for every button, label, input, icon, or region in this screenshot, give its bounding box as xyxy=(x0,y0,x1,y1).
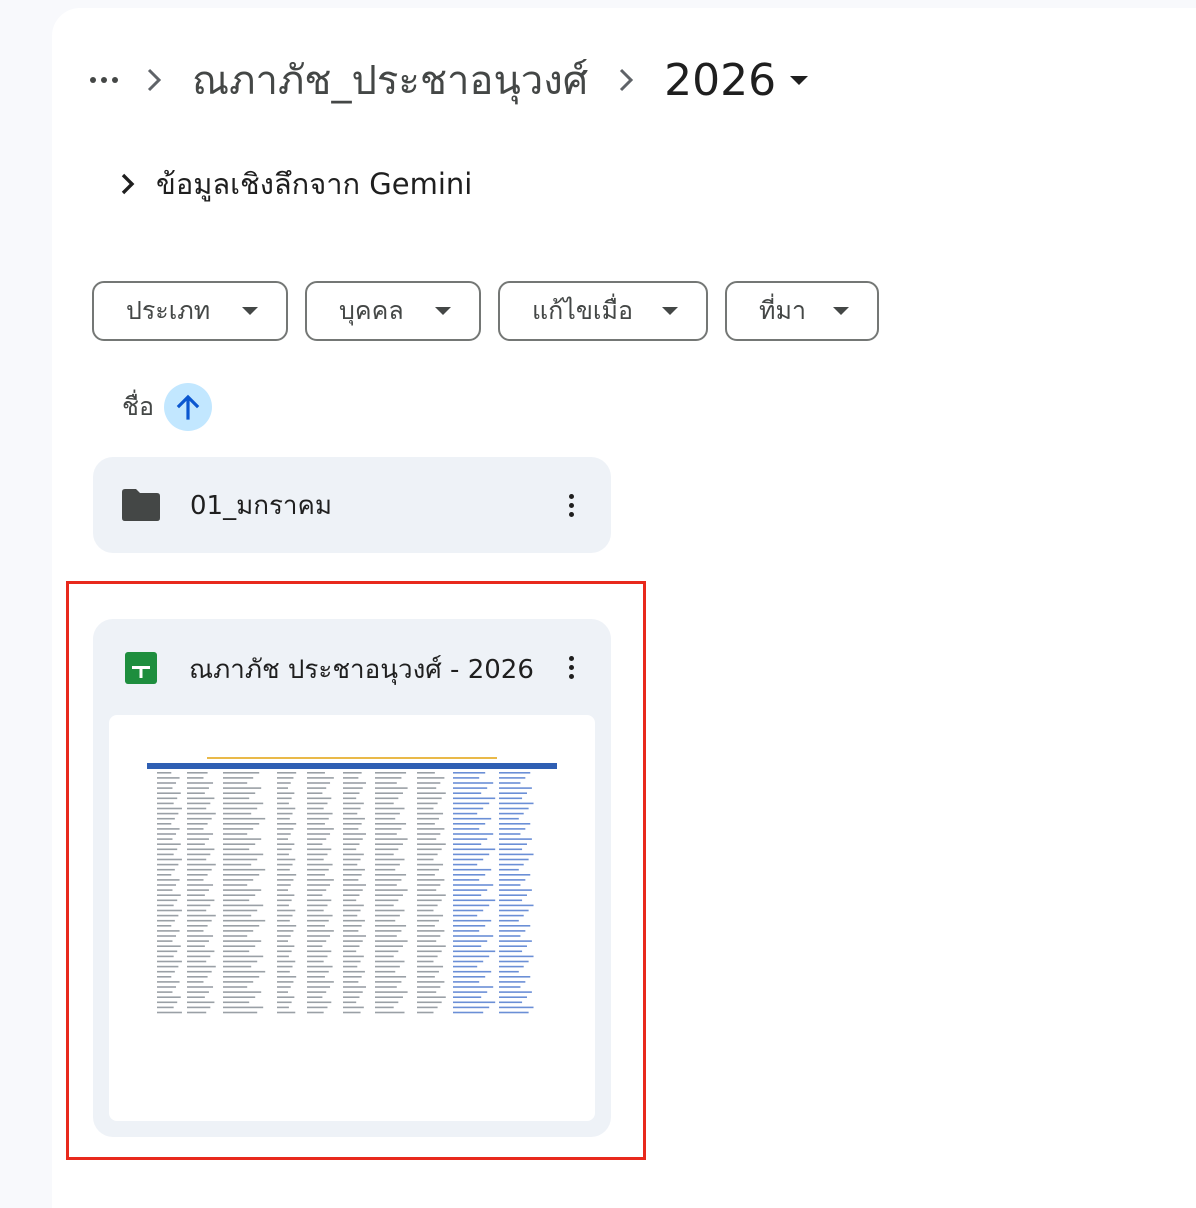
filter-people-label: บุคคล xyxy=(339,296,404,325)
arrow-upward-icon xyxy=(176,394,200,420)
google-sheets-icon xyxy=(125,652,157,684)
arrow-drop-down-icon xyxy=(242,307,258,315)
more-vert-icon[interactable] xyxy=(551,485,591,525)
filter-type-label: ประเภท xyxy=(126,296,211,325)
breadcrumb-current-label: 2026 xyxy=(664,54,777,106)
breadcrumb-current-folder[interactable]: 2026 xyxy=(656,55,812,106)
gemini-insights-toggle[interactable]: ข้อมูลเชิงลึกจาก Gemini xyxy=(118,160,472,208)
filter-chips: ประเภท บุคคล แก้ไขเมื่อ ที่มา xyxy=(92,281,879,341)
filter-people-chip[interactable]: บุคคล xyxy=(305,281,481,341)
sort-direction-button[interactable] xyxy=(163,383,212,431)
breadcrumb: ณภาภัช_ประชาอนุวงศ์ 2026 xyxy=(84,44,812,116)
filter-source-chip[interactable]: ที่มา xyxy=(725,281,879,341)
sort-by-name-label[interactable]: ชื่อ xyxy=(122,387,154,427)
chevron-right-icon xyxy=(124,60,184,100)
more-horiz-icon[interactable] xyxy=(84,60,124,100)
breadcrumb-parent[interactable]: ณภาภัช_ประชาอนุวงศ์ xyxy=(184,48,596,112)
filter-type-chip[interactable]: ประเภท xyxy=(92,281,288,341)
filter-modified-chip[interactable]: แก้ไขเมื่อ xyxy=(498,281,708,341)
arrow-drop-down-icon xyxy=(833,307,849,315)
file-item[interactable]: ณภาภัช ประชาอนุวงศ์ - 2026 xyxy=(93,619,611,1137)
filter-modified-label: แก้ไขเมื่อ xyxy=(532,296,633,325)
sort-control: ชื่อ xyxy=(122,383,212,431)
chevron-right-icon xyxy=(121,173,135,195)
filter-source-label: ที่มา xyxy=(759,296,806,325)
arrow-drop-down-icon xyxy=(662,307,678,315)
folder-item[interactable]: 01_มกราคม xyxy=(93,457,611,553)
folder-icon xyxy=(122,489,160,521)
arrow-drop-down-icon xyxy=(790,75,809,85)
arrow-drop-down-icon xyxy=(435,307,451,315)
file-thumbnail xyxy=(109,715,595,1121)
chevron-right-icon xyxy=(596,60,656,100)
gemini-insights-label: ข้อมูลเชิงลึกจาก Gemini xyxy=(156,167,473,201)
folder-name: 01_มกราคม xyxy=(190,490,333,521)
spreadsheet-preview xyxy=(147,757,557,1014)
more-vert-icon[interactable] xyxy=(551,647,591,687)
file-name: ณภาภัช ประชาอนุวงศ์ - 2026 xyxy=(189,655,534,685)
